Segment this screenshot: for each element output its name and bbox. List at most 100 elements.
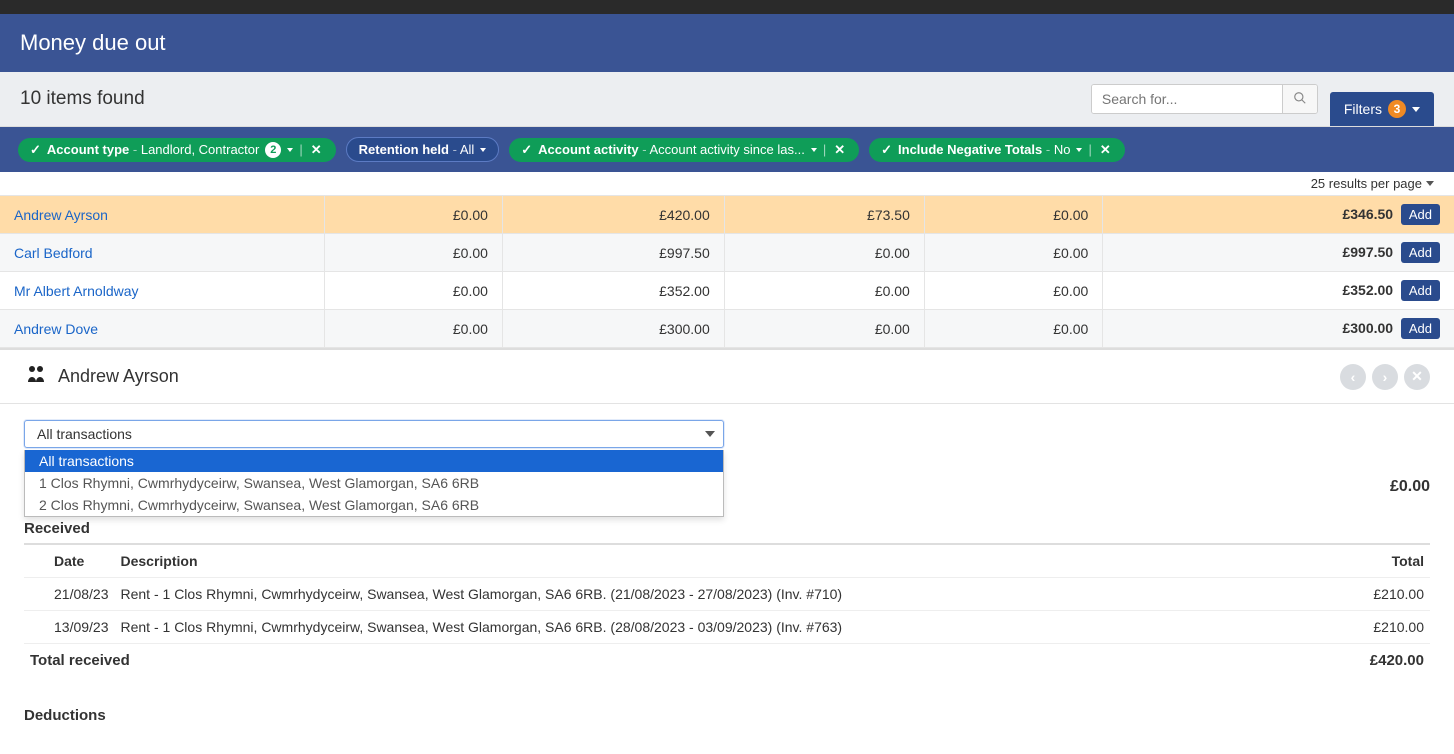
caret-down-icon	[1426, 181, 1434, 186]
filter-label: Account activity	[538, 142, 638, 157]
amount-cell: £997.50	[502, 234, 724, 272]
close-button[interactable]: ✕	[1404, 364, 1430, 390]
items-found-text: 10 items found	[20, 88, 145, 110]
check-icon: ✓	[30, 142, 41, 158]
prev-button[interactable]: ‹	[1340, 364, 1366, 390]
add-button[interactable]: Add	[1401, 280, 1440, 301]
amount-cell: £420.00	[502, 196, 724, 234]
date-cell: 13/09/23	[24, 611, 115, 644]
total-cell: £346.50 Add	[1103, 196, 1454, 234]
transaction-filter-select[interactable]: All transactions All transactions 1 Clos…	[24, 420, 724, 448]
filter-account-activity[interactable]: ✓ Account activity - Account activity si…	[509, 138, 859, 162]
amount-cell: £73.50	[724, 196, 924, 234]
deductions-heading: Deductions	[24, 707, 1430, 724]
desc-cell: Rent - 1 Clos Rhymni, Cwmrhydyceirw, Swa…	[115, 578, 1327, 611]
caret-down-icon	[811, 148, 817, 152]
table-row[interactable]: Andrew Dove£0.00£300.00£0.00£0.00£300.00…	[0, 310, 1454, 348]
caret-down-icon	[287, 148, 293, 152]
total-cell: £997.50 Add	[1103, 234, 1454, 272]
col-date: Date	[24, 544, 115, 578]
next-button[interactable]: ›	[1372, 364, 1398, 390]
filter-account-type[interactable]: ✓ Account type - Landlord, Contractor 2 …	[18, 138, 336, 162]
filter-value: No	[1054, 142, 1071, 157]
search-icon	[1293, 93, 1307, 108]
subheader: 10 items found Filters 3	[0, 72, 1454, 127]
search-button[interactable]	[1282, 85, 1317, 113]
filter-label: Include Negative Totals	[898, 142, 1042, 157]
search-wrap	[1091, 84, 1318, 114]
dropdown-option[interactable]: All transactions	[25, 450, 723, 472]
amount-cell: £0.00	[324, 234, 502, 272]
col-description: Description	[115, 544, 1327, 578]
total-cell: £210.00	[1327, 578, 1430, 611]
filters-count-badge: 3	[1388, 100, 1406, 118]
dropdown-list: All transactions 1 Clos Rhymni, Cwmrhydy…	[24, 450, 724, 517]
add-button[interactable]: Add	[1401, 242, 1440, 263]
name-cell[interactable]: Andrew Ayrson	[0, 196, 324, 234]
amount-cell: £0.00	[724, 234, 924, 272]
dropdown-option[interactable]: 2 Clos Rhymni, Cwmrhydyceirw, Swansea, W…	[25, 494, 723, 516]
filter-label: Retention held	[359, 142, 449, 157]
pager-text: 25 results per page	[1311, 176, 1422, 191]
total-received-value: £420.00	[1370, 652, 1424, 669]
total-cell: £210.00	[1327, 611, 1430, 644]
detail-panel: Andrew Ayrson ‹ › ✕ All transactions All…	[0, 348, 1454, 754]
caret-down-icon	[1076, 148, 1082, 152]
balance-value: £0.00	[1390, 478, 1430, 496]
filter-label: Account type	[47, 142, 129, 157]
search-input[interactable]	[1092, 85, 1282, 113]
filter-negative-totals[interactable]: ✓ Include Negative Totals - No | ✕	[869, 138, 1125, 162]
amount-cell: £0.00	[924, 272, 1102, 310]
filters-label: Filters	[1344, 101, 1382, 117]
caret-down-icon	[705, 431, 715, 437]
total-cell: £352.00 Add	[1103, 272, 1454, 310]
check-icon: ✓	[881, 142, 892, 158]
amount-cell: £0.00	[724, 310, 924, 348]
filter-value: Account activity since las...	[649, 142, 804, 157]
page-title: Money due out	[0, 14, 1454, 72]
received-row: 13/09/23Rent - 1 Clos Rhymni, Cwmrhydyce…	[24, 611, 1430, 644]
amount-cell: £300.00	[502, 310, 724, 348]
desc-cell: Rent - 1 Clos Rhymni, Cwmrhydyceirw, Swa…	[115, 611, 1327, 644]
table-row[interactable]: Mr Albert Arnoldway£0.00£352.00£0.00£0.0…	[0, 272, 1454, 310]
results-table: Andrew Ayrson£0.00£420.00£73.50£0.00£346…	[0, 196, 1454, 348]
table-row[interactable]: Carl Bedford£0.00£997.50£0.00£0.00£997.5…	[0, 234, 1454, 272]
total-received-label: Total received	[30, 652, 130, 669]
filters-button[interactable]: Filters 3	[1330, 92, 1434, 126]
name-cell[interactable]: Andrew Dove	[0, 310, 324, 348]
amount-cell: £0.00	[324, 310, 502, 348]
add-button[interactable]: Add	[1401, 318, 1440, 339]
remove-filter-icon[interactable]: ✕	[1098, 142, 1113, 158]
received-heading: Received	[24, 520, 1430, 537]
name-cell[interactable]: Carl Bedford	[0, 234, 324, 272]
remove-filter-icon[interactable]: ✕	[832, 142, 847, 158]
filter-count-badge: 2	[265, 142, 281, 158]
detail-person-name: Andrew Ayrson	[58, 366, 179, 387]
add-button[interactable]: Add	[1401, 204, 1440, 225]
filter-bar: ✓ Account type - Landlord, Contractor 2 …	[0, 127, 1454, 172]
received-table: Date Description Total 21/08/23Rent - 1 …	[24, 543, 1430, 643]
name-cell[interactable]: Mr Albert Arnoldway	[0, 272, 324, 310]
table-row[interactable]: Andrew Ayrson£0.00£420.00£73.50£0.00£346…	[0, 196, 1454, 234]
amount-cell: £0.00	[924, 310, 1102, 348]
dropdown-option[interactable]: 1 Clos Rhymni, Cwmrhydyceirw, Swansea, W…	[25, 472, 723, 494]
top-bar	[0, 0, 1454, 14]
received-row: 21/08/23Rent - 1 Clos Rhymni, Cwmrhydyce…	[24, 578, 1430, 611]
pager[interactable]: 25 results per page	[0, 172, 1454, 196]
people-icon	[24, 362, 48, 391]
caret-down-icon	[480, 148, 486, 152]
amount-cell: £0.00	[324, 272, 502, 310]
filter-value: All	[460, 142, 474, 157]
caret-down-icon	[1412, 107, 1420, 112]
remove-filter-icon[interactable]: ✕	[309, 142, 324, 158]
amount-cell: £0.00	[924, 234, 1102, 272]
total-cell: £300.00 Add	[1103, 310, 1454, 348]
amount-cell: £352.00	[502, 272, 724, 310]
filter-retention[interactable]: Retention held - All	[346, 137, 500, 162]
amount-cell: £0.00	[724, 272, 924, 310]
check-icon: ✓	[521, 142, 532, 158]
amount-cell: £0.00	[324, 196, 502, 234]
col-total: Total	[1327, 544, 1430, 578]
date-cell: 21/08/23	[24, 578, 115, 611]
filter-value: Landlord, Contractor	[141, 142, 260, 157]
